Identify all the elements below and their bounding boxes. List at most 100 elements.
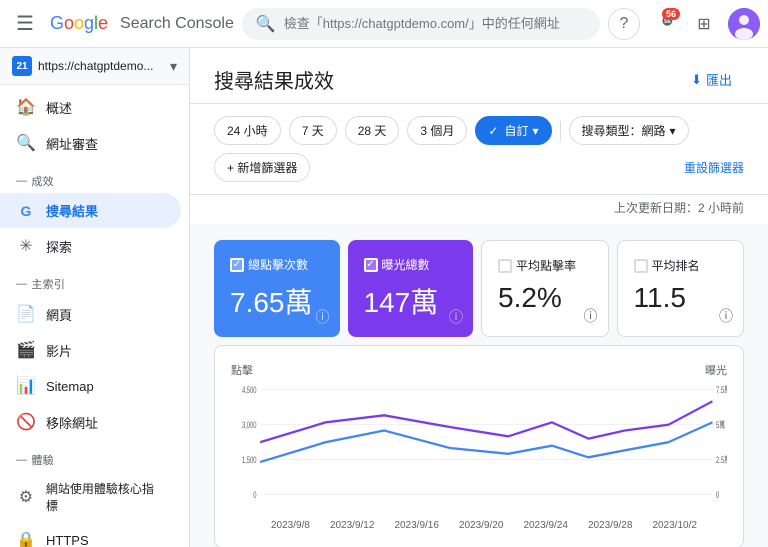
metric-impressions-value: 147萬 — [364, 281, 458, 321]
svg-text:0: 0 — [716, 490, 720, 501]
svg-text:4,500: 4,500 — [242, 385, 257, 396]
app-container: ☰ Google Search Console 🔍 ? 56 56 ⊞ — [0, 0, 768, 547]
sidebar-item-core-vitals[interactable]: ⚙ 網站使用體驗核心指標 — [0, 472, 181, 522]
x-label: 2023/9/24 — [523, 520, 568, 531]
add-filter-button[interactable]: + 新增篩選器 — [214, 153, 310, 182]
sidebar-item-overview[interactable]: 🏠 概述 — [0, 89, 181, 125]
search-box[interactable]: 🔍 — [242, 8, 600, 40]
sidebar-item-url-inspect[interactable]: 🔍 網址審查 — [0, 125, 181, 161]
search-input[interactable] — [284, 16, 586, 31]
sidebar-item-label: 搜尋結果 — [46, 201, 98, 220]
filter-24h[interactable]: 24 小時 — [214, 116, 281, 145]
content-area: 搜尋結果成效 ⬇ 匯出 24 小時 7 天 28 天 3 個月 ✓自訂 ▾ 搜尋… — [190, 48, 768, 547]
sidebar-item-label: 概述 — [46, 98, 72, 117]
page-icon: 📄 — [16, 304, 36, 324]
section-dash: — — [16, 454, 27, 466]
notification-badge: 56 — [662, 8, 680, 20]
chart-x-labels: 2023/9/8 2023/9/12 2023/9/16 2023/9/20 2… — [231, 518, 727, 531]
x-label: 2023/9/28 — [588, 520, 633, 531]
reset-filter-button[interactable]: 重設篩選器 — [684, 159, 744, 176]
vitals-icon: ⚙ — [16, 487, 36, 507]
filter-28d[interactable]: 28 天 — [345, 116, 400, 145]
svg-text:7.5萬: 7.5萬 — [716, 384, 727, 396]
sidebar-item-removal[interactable]: 🚫 移除網址 — [0, 404, 181, 440]
menu-icon[interactable]: ☰ — [8, 3, 42, 44]
product-name: Search Console — [120, 15, 234, 33]
metric-impressions[interactable]: ✓ 曝光總數 147萬 ⓘ — [348, 240, 474, 337]
metric-ctr-checkbox[interactable] — [498, 259, 512, 273]
section-label: 成效 — [31, 173, 54, 189]
account-circle-icon[interactable]: 56 56 — [648, 8, 680, 40]
discover-icon: ✳ — [16, 236, 36, 256]
sidebar-item-label: Sitemap — [46, 379, 94, 394]
sidebar-item-https[interactable]: 🔒 HTTPS — [0, 522, 181, 547]
svg-text:5萬: 5萬 — [716, 419, 725, 431]
sidebar-item-pages[interactable]: 📄 網頁 — [0, 296, 181, 332]
search-url-icon: 🔍 — [16, 133, 36, 153]
help-button[interactable]: ? — [608, 8, 640, 40]
sidebar-item-label: 網站使用體驗核心指標 — [46, 480, 165, 514]
filter-divider — [560, 121, 561, 141]
svg-text:56: 56 — [664, 19, 671, 25]
chart-svg: 4,500 3,000 1,500 0 7.5萬 5萬 2.5萬 0 — [231, 378, 727, 518]
x-label: 2023/10/2 — [652, 520, 697, 531]
apps-icon[interactable]: ⊞ — [688, 8, 720, 40]
metric-position-checkbox[interactable] — [634, 259, 648, 273]
last-updated: 上次更新日期：2 小時前 — [190, 195, 768, 224]
metric-clicks-checkbox[interactable]: ✓ — [230, 258, 244, 272]
info-icon[interactable]: ⓘ — [584, 306, 598, 326]
metric-impressions-label: ✓ 曝光總數 — [364, 256, 458, 273]
export-icon: ⬇ — [691, 72, 702, 88]
sidebar-item-label: 影片 — [46, 341, 72, 360]
chart-y-axis-label: 點擊 — [231, 362, 253, 378]
page-title: 搜尋結果成效 — [214, 65, 334, 94]
metric-ctr[interactable]: 平均點擊率 5.2% ⓘ — [481, 240, 609, 337]
site-name: https://chatgptdemo... — [38, 59, 164, 73]
sidebar-item-search-results[interactable]: G 搜尋結果 — [0, 193, 181, 228]
x-label: 2023/9/8 — [271, 520, 310, 531]
svg-text:2.5萬: 2.5萬 — [716, 454, 727, 466]
x-label: 2023/9/16 — [394, 520, 439, 531]
site-selector[interactable]: 21 https://chatgptdemo... ▾ — [0, 48, 189, 85]
metric-clicks[interactable]: ✓ 總點擊次數 7.65萬 ⓘ — [214, 240, 340, 337]
section-label: 體驗 — [31, 452, 54, 468]
info-icon[interactable]: ⓘ — [316, 307, 330, 327]
chart-y-right-label: 曝光 — [705, 362, 727, 378]
sidebar: 21 https://chatgptdemo... ▾ 🏠 概述 🔍 網址審查 … — [0, 48, 190, 547]
search-type-filter[interactable]: 搜尋類型：網路 ▾ — [569, 116, 689, 145]
sidebar-item-label: 網址審查 — [46, 134, 98, 153]
sidebar-item-videos[interactable]: 🎬 影片 — [0, 332, 181, 368]
sidebar-item-label: 網頁 — [46, 305, 72, 324]
export-button[interactable]: ⬇ 匯出 — [679, 64, 744, 95]
sidebar-item-label: 移除網址 — [46, 413, 98, 432]
page-header: 搜尋結果成效 ⬇ 匯出 — [190, 48, 768, 104]
lock-icon: 🔒 — [16, 530, 36, 547]
info-icon[interactable]: ⓘ — [719, 306, 733, 326]
filter-bar: 24 小時 7 天 28 天 3 個月 ✓自訂 ▾ 搜尋類型：網路 ▾ + 新增… — [190, 104, 768, 195]
filter-7d[interactable]: 7 天 — [289, 116, 337, 145]
sidebar-item-label: HTTPS — [46, 533, 89, 547]
section-experience: — 體驗 — [0, 440, 189, 472]
top-bar: ☰ Google Search Console 🔍 ? 56 56 ⊞ — [0, 0, 768, 48]
chart-container: 4,500 3,000 1,500 0 7.5萬 5萬 2.5萬 0 — [231, 378, 727, 518]
filter-custom[interactable]: ✓自訂 ▾ — [475, 116, 551, 145]
export-label: 匯出 — [706, 70, 732, 89]
section-label: 主索引 — [31, 276, 65, 292]
filter-3m[interactable]: 3 個月 — [407, 116, 467, 145]
info-icon[interactable]: ⓘ — [449, 307, 463, 327]
sidebar-item-sitemap[interactable]: 📊 Sitemap — [0, 368, 181, 404]
section-performance: — 成效 — [0, 161, 189, 193]
nav-section: 🏠 概述 🔍 網址審查 — 成效 G 搜尋結果 ✳ 探索 — [0, 85, 189, 547]
metric-position[interactable]: 平均排名 11.5 ⓘ — [617, 240, 745, 337]
avatar[interactable] — [728, 8, 760, 40]
chevron-down-icon: ▾ — [170, 58, 177, 75]
metrics-row: ✓ 總點擊次數 7.65萬 ⓘ ✓ 曝光總數 147萬 ⓘ — [190, 224, 768, 337]
metric-ctr-label: 平均點擊率 — [498, 257, 592, 274]
sidebar-item-discover[interactable]: ✳ 探索 — [0, 228, 181, 264]
search-icon: 🔍 — [256, 14, 276, 34]
top-icons: ? 56 56 ⊞ — [608, 8, 760, 40]
metric-impressions-checkbox[interactable]: ✓ — [364, 258, 378, 272]
metric-ctr-value: 5.2% — [498, 282, 592, 314]
section-dash: — — [16, 175, 27, 187]
svg-text:0: 0 — [253, 490, 257, 501]
